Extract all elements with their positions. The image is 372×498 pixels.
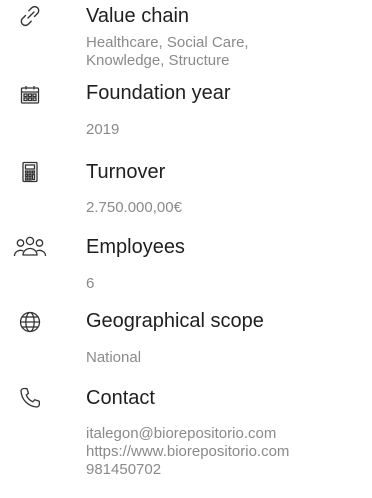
phone-icon xyxy=(16,384,44,412)
turnover-line-1: 2.750.000,00€ xyxy=(86,199,182,216)
employees-title: Employees xyxy=(86,236,185,258)
geographical-scope-title: Geographical scope xyxy=(86,310,264,332)
people-icon xyxy=(12,233,48,261)
calendar-icon xyxy=(16,81,44,109)
foundation-year-line-1: 2019 xyxy=(86,121,120,138)
contact-email-link[interactable]: italegon@biorepositorio.com xyxy=(86,425,289,443)
foundation-year-value: 2019 xyxy=(86,121,119,139)
value-chain-title: Value chain xyxy=(86,5,190,27)
geographical-scope-line-1: National xyxy=(86,349,142,366)
turnover-title: Turnover xyxy=(86,161,166,183)
globe-icon xyxy=(16,308,44,336)
value-chain-line-1: Healthcare, Social Care, xyxy=(86,34,249,51)
value-chain-line-2: Knowledge, Structure xyxy=(86,52,230,69)
value-chain-value: Healthcare, Social Care, Knowledge, Stru… xyxy=(86,34,249,70)
foundation-year-title: Foundation year xyxy=(86,82,231,104)
geographical-scope-value: National xyxy=(86,349,141,367)
contact-website-link[interactable]: https://www.biorepositorio.com xyxy=(86,443,289,461)
contact-phone-number[interactable]: 981450702 xyxy=(86,461,289,479)
contact-value: italegon@biorepositorio.com https://www.… xyxy=(86,425,289,479)
link-icon xyxy=(16,2,44,30)
company-info-list: Value chain Healthcare, Social Care, Kno… xyxy=(0,0,372,498)
employees-line-1: 6 xyxy=(86,275,95,292)
calculator-icon xyxy=(16,158,44,186)
employees-value: 6 xyxy=(86,275,94,293)
contact-title: Contact xyxy=(86,387,155,409)
turnover-value: 2.750.000,00€ xyxy=(86,199,182,217)
